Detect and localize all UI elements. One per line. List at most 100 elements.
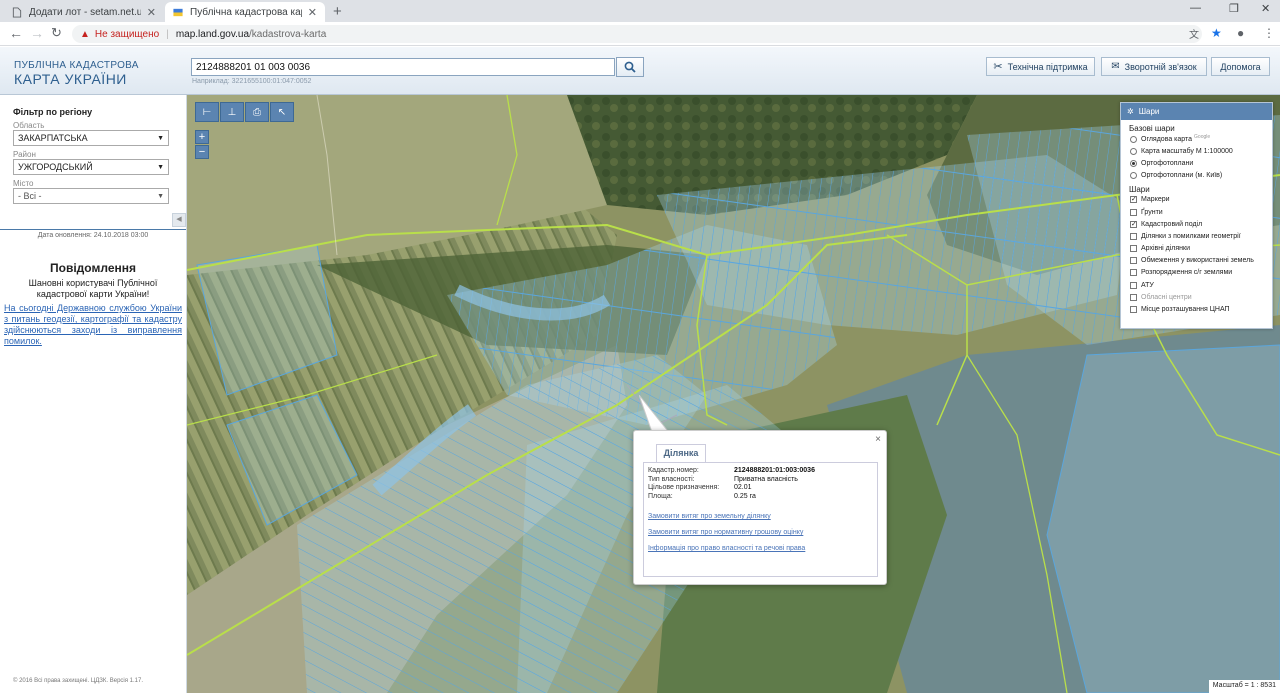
layer-label: Ортофотоплани xyxy=(1141,159,1194,167)
feedback-label: Зворотній зв'язок xyxy=(1124,61,1197,72)
site-header: ПУБЛІЧНА КАДАСТРОВА КАРТА УКРАЇНИ Наприк… xyxy=(0,47,1280,95)
restore-button[interactable]: ❐ xyxy=(1229,2,1239,15)
parcel-link[interactable]: Замовити витяг про земельну ділянку xyxy=(648,513,873,520)
base-layer-option[interactable]: Ортофотоплани (м. Київ) xyxy=(1121,170,1272,182)
checkbox[interactable] xyxy=(1130,257,1137,265)
overlay-layers-list: ✓ Маркери Ґрунти ✓ Кадастровий поділ Ділянки … xyxy=(1121,194,1272,316)
overlay-layer-option[interactable]: Архівні ділянки xyxy=(1121,243,1272,255)
region-select[interactable]: ЗАКАРПАТСЬКА ▼ xyxy=(13,130,169,146)
logo-line2: КАРТА УКРАЇНИ xyxy=(14,71,127,87)
cadastral-search-input[interactable] xyxy=(191,58,615,76)
ruler-icon[interactable]: ⊢ xyxy=(195,102,219,122)
forward-icon[interactable]: → xyxy=(30,25,44,41)
checkbox[interactable] xyxy=(1130,245,1137,253)
checkbox[interactable]: ✓ xyxy=(1130,220,1137,228)
layer-label: Архівні ділянки xyxy=(1141,245,1190,253)
close-tab-icon[interactable]: ✕ xyxy=(147,6,156,19)
bookmark-star-icon[interactable]: ★ xyxy=(1211,26,1222,40)
info-key: Площа: xyxy=(648,492,673,500)
checkbox[interactable]: ✓ xyxy=(1130,196,1137,204)
district-value: УЖГОРОДСЬКИЙ xyxy=(18,162,93,172)
menu-icon[interactable]: ⋮ xyxy=(1263,26,1275,40)
overlay-layer-option[interactable]: Місце розташування ЦНАП xyxy=(1121,303,1272,315)
region-label: Область xyxy=(13,121,45,130)
checkbox[interactable] xyxy=(1130,281,1137,289)
base-layer-option[interactable]: Оглядова карта Google xyxy=(1121,133,1272,145)
parcel-tab[interactable]: Ділянка xyxy=(656,444,706,462)
print-icon[interactable]: ⎙ xyxy=(245,102,269,122)
notice-link[interactable]: На сьогодні Державною службою України з … xyxy=(4,303,182,347)
provider-label: Google xyxy=(1194,134,1211,140)
city-select[interactable]: - Всі - ▼ xyxy=(13,188,169,204)
security-label[interactable]: Не защищено xyxy=(95,29,159,40)
radio-button[interactable] xyxy=(1130,135,1137,143)
radio-button[interactable] xyxy=(1130,172,1137,180)
info-key: Кадастр.номер: xyxy=(648,467,699,474)
layers-title: Шари xyxy=(1138,107,1160,116)
help-button[interactable]: Допомога xyxy=(1211,57,1270,76)
account-icon[interactable]: ● xyxy=(1237,26,1244,40)
close-window-button[interactable]: ✕ xyxy=(1261,2,1270,15)
info-pointer-icon[interactable]: ↖ xyxy=(270,102,294,122)
filter-title: Фільтр по регіону xyxy=(13,107,93,117)
overlay-layer-option[interactable]: АТУ xyxy=(1121,279,1272,291)
map-toolbar: ⊢ ⊥ ⎙ ↖ xyxy=(195,102,295,122)
overlay-layer-option[interactable]: ✓ Маркери xyxy=(1121,194,1272,206)
layer-label: Обмеження у використанні земель xyxy=(1141,257,1254,265)
district-select[interactable]: УЖГОРОДСЬКИЙ ▼ xyxy=(13,159,169,175)
close-popup-button[interactable]: × xyxy=(875,434,881,445)
address-toolbar: ← → ↻ ▲ Не защищено | map.land.gov.ua/ka… xyxy=(0,22,1280,46)
layer-label: Кадастровий поділ xyxy=(1141,220,1203,228)
parcel-link[interactable]: Замовити витяг про нормативну грошову оц… xyxy=(648,529,873,536)
back-icon[interactable]: ← xyxy=(9,25,23,41)
region-sidebar: Фільтр по регіону Область ЗАКАРПАТСЬКА ▼… xyxy=(0,95,187,693)
parcel-info-row: Цільове призначення: 02.01 xyxy=(648,484,873,493)
orthophoto-map[interactable] xyxy=(187,95,1280,693)
url-host: map.land.gov.ua xyxy=(175,28,250,40)
checkbox[interactable] xyxy=(1130,232,1137,240)
overlay-layer-option[interactable]: Ґрунти xyxy=(1121,206,1272,218)
minimize-button[interactable]: — xyxy=(1190,2,1201,14)
close-tab-icon[interactable]: ✕ xyxy=(308,6,317,19)
info-value: 02.01 xyxy=(734,484,752,491)
region-value: ЗАКАРПАТСЬКА xyxy=(18,133,88,143)
notice-text: Шановні користувачі Публічної кадастрово… xyxy=(28,278,158,299)
feedback-button[interactable]: ✉ Зворотній зв'язок xyxy=(1101,57,1207,76)
layer-label: Ортофотоплани (м. Київ) xyxy=(1141,172,1223,180)
checkbox[interactable] xyxy=(1130,269,1137,277)
parcel-link[interactable]: Інформація про право власності та речові… xyxy=(648,545,873,552)
reload-icon[interactable]: ↻ xyxy=(51,25,62,41)
area-measure-icon[interactable]: ⊥ xyxy=(220,102,244,122)
overlay-layer-option[interactable]: Розпорядження с/г землями xyxy=(1121,267,1272,279)
search-button[interactable] xyxy=(616,57,644,77)
base-layer-option[interactable]: Карта масштабу М 1:100000 xyxy=(1121,145,1272,157)
overlay-layer-option[interactable]: Обмеження у використанні земель xyxy=(1121,255,1272,267)
radio-button[interactable] xyxy=(1130,147,1137,155)
browser-tab-setam[interactable]: Додати лот - setam.net.ua ✕ xyxy=(4,2,164,22)
omnibox[interactable]: ▲ Не защищено | map.land.gov.ua/kadastro… xyxy=(72,25,1202,43)
layer-label: Розпорядження с/г землями xyxy=(1141,269,1233,277)
parcel-details: Кадастр.номер: 2124888201:01:003:0036 Тип … xyxy=(643,462,878,577)
map-view[interactable]: ⊢ ⊥ ⎙ ↖ + − ✲ Шари Базові шари Оглядова … xyxy=(187,95,1280,693)
zoom-in-button[interactable]: + xyxy=(195,130,209,144)
parcel-info-row: Кадастр.номер: 2124888201:01:003:0036 xyxy=(648,467,873,476)
base-layer-option[interactable]: Ортофотоплани xyxy=(1121,157,1272,169)
parcel-popup: × Ділянка Кадастр.номер: 2124888201:01:00… xyxy=(633,430,887,585)
radio-button[interactable] xyxy=(1130,159,1137,167)
browser-tab-kadastr[interactable]: Публічна кадастрова карта Укр ✕ xyxy=(165,2,325,22)
checkbox[interactable] xyxy=(1130,293,1137,301)
checkbox[interactable] xyxy=(1130,208,1137,216)
layer-label: Ділянки з помилками геометрії xyxy=(1141,232,1241,240)
checkbox[interactable] xyxy=(1130,306,1137,314)
tab-title: Додати лот - setam.net.ua xyxy=(29,6,141,18)
layers-header[interactable]: ✲ Шари xyxy=(1121,103,1272,120)
collapse-sidebar-button[interactable]: ◀ xyxy=(172,213,186,227)
new-tab-button[interactable]: + xyxy=(333,3,342,20)
zoom-out-button[interactable]: − xyxy=(195,145,209,159)
translate-icon[interactable]: 文 xyxy=(1189,26,1199,41)
overlay-layer-option[interactable]: Обласні центри xyxy=(1121,291,1272,303)
overlay-layer-option[interactable]: Ділянки з помилками геометрії xyxy=(1121,230,1272,242)
parcel-info-row: Тип власності: Приватна власність xyxy=(648,476,873,485)
overlay-layer-option[interactable]: ✓ Кадастровий поділ xyxy=(1121,218,1272,230)
support-button[interactable]: ✂ Технічна підтримка xyxy=(986,57,1095,76)
